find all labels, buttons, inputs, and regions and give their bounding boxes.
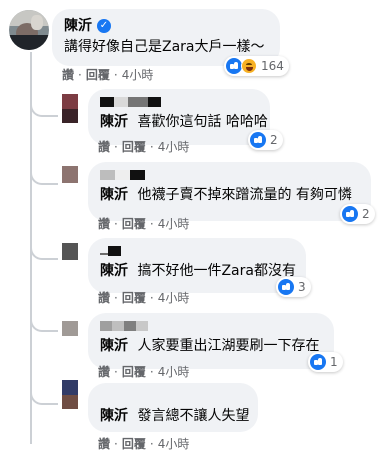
reply-reaction-count: 1 [330,355,338,369]
main-comment-avatar[interactable] [9,10,49,50]
reply-author[interactable]: 陳沂 [100,114,128,130]
reply-actions: 讚 · 回覆 · 4小時 [98,140,190,154]
avatar-block [62,380,78,395]
reply-action-button[interactable]: 回覆 [122,291,146,305]
reply-action-button[interactable]: 回覆 [122,365,146,379]
reply-reactions[interactable]: 1 [308,352,343,372]
like-action-button[interactable]: 讚 [98,437,110,451]
reply-avatar[interactable] [62,94,78,123]
verified-badge-icon: ✓ [97,19,111,33]
avatar-block [62,395,78,409]
reply-time[interactable]: 4小時 [158,365,190,379]
reply-bubble: 陳沂 他襪子賣不掉來蹭流量的 有夠可憐 [88,162,371,221]
reply-connector [30,236,58,260]
reply-reactions[interactable]: 2 [248,130,283,150]
redacted-name [100,246,294,258]
reply-action-button[interactable]: 回覆 [122,437,146,451]
avatar-block [62,94,78,109]
reply-actions: 讚 · 回覆 · 4小時 [98,217,190,231]
reply-avatar[interactable] [62,243,78,260]
reply-text: 搞不好他一件Zara都沒有 [137,263,296,279]
reply-bubble: 陳沂 搞不好他一件Zara都沒有 [88,238,306,293]
main-comment-author[interactable]: 陳沂 [64,17,92,35]
reply-text: 人家要重出江湖要刷一下存在 [137,338,320,354]
like-reaction-icon [226,58,242,74]
like-action-button[interactable]: 讚 [98,217,110,231]
avatar-shadow [9,35,49,50]
reply-actions: 讚 · 回覆 · 4小時 [98,437,190,451]
comment-time[interactable]: 4小時 [122,68,154,82]
reply-time[interactable]: 4小時 [158,140,190,154]
reply-action-button[interactable]: 回覆 [122,140,146,154]
reply-connector [30,161,58,185]
reply-author[interactable]: 陳沂 [100,408,128,424]
reply-reactions[interactable]: 2 [340,204,375,224]
reply-action-button[interactable]: 回覆 [86,68,110,82]
reply-text: 他襪子賣不掉來蹭流量的 有夠可憐 [137,187,352,203]
reply-actions: 讚 · 回覆 · 4小時 [98,365,190,379]
redacted-name [100,170,359,182]
redacted-name [100,97,258,109]
main-comment-reactions[interactable]: 164 [224,56,289,76]
reply-avatar[interactable] [62,321,78,336]
reply-actions: 讚 · 回覆 · 4小時 [98,291,190,305]
like-action-button[interactable]: 讚 [98,291,110,305]
reply-time[interactable]: 4小時 [158,291,190,305]
like-action-button[interactable]: 讚 [62,68,74,82]
avatar-block [62,109,78,123]
reply-avatar[interactable] [62,166,78,183]
reply-connector [30,381,58,405]
reply-author[interactable]: 陳沂 [100,263,128,279]
like-reaction-icon [342,206,358,222]
reply-connector [30,93,58,117]
like-reaction-icon [278,279,294,295]
avatar-highlight [31,15,43,30]
reply-connector [30,308,58,332]
reply-bubble: 陳沂 人家要重出江湖要刷一下存在 [88,313,334,369]
redacted-name [100,321,322,333]
like-action-button[interactable]: 讚 [98,140,110,154]
reply-reaction-count: 2 [270,133,278,147]
main-comment-text: 講得好像自己是Zara大戶一樣～ [64,39,265,55]
reply-author[interactable]: 陳沂 [100,187,128,203]
reply-author[interactable]: 陳沂 [100,338,128,354]
reply-bubble: 陳沂 喜歡你這句話 哈哈哈 [88,89,270,145]
reply-time[interactable]: 4小時 [158,217,190,231]
reply-avatar[interactable] [62,380,78,409]
reply-reaction-count: 3 [298,280,306,294]
reply-action-button[interactable]: 回覆 [122,217,146,231]
main-comment-actions: 讚 · 回覆 · 4小時 [62,68,154,82]
reply-time[interactable]: 4小時 [158,437,190,451]
reply-text: 喜歡你這句話 哈哈哈 [137,114,268,130]
haha-reaction-icon [241,58,257,74]
main-reaction-count: 164 [261,59,284,73]
reply-reactions[interactable]: 3 [276,277,311,297]
like-reaction-icon [250,132,266,148]
reply-bubble: 陳沂 發言總不讓人失望 [88,383,258,432]
reply-text: 發言總不讓人失望 [137,408,250,424]
like-action-button[interactable]: 讚 [98,365,110,379]
like-reaction-icon [310,354,326,370]
reply-reaction-count: 2 [362,207,370,221]
